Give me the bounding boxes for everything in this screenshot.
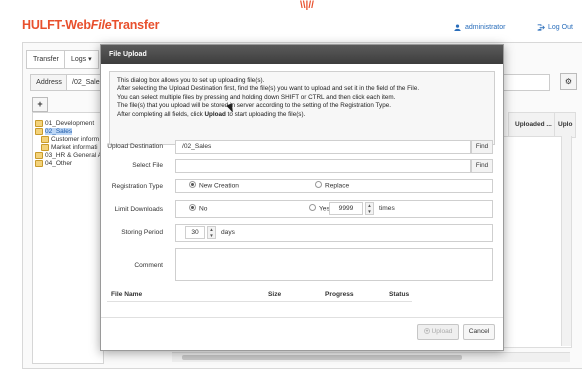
- top-mark: \\|//: [300, 0, 314, 11]
- logout-icon: [537, 24, 545, 31]
- folder-icon: [41, 136, 49, 143]
- tree-item[interactable]: Customer inform: [41, 136, 99, 143]
- logo-suffix: Transfer: [111, 18, 160, 32]
- radio-limit-no[interactable]: No: [189, 204, 208, 213]
- radio-new-creation[interactable]: New Creation: [189, 181, 239, 190]
- instruction-upload-word: Upload: [204, 110, 226, 118]
- app-logo: HULFT-WebFileTransfer: [22, 18, 159, 32]
- chevron-down-icon[interactable]: ▼: [208, 233, 215, 239]
- select-file-field[interactable]: [175, 159, 471, 173]
- radio-selected-icon: [189, 204, 196, 211]
- folder-icon: [35, 120, 43, 127]
- logo-mid: File: [90, 18, 112, 32]
- folder-icon: [35, 128, 43, 135]
- radio-label: No: [199, 205, 208, 213]
- tree-item-label: Market informati: [51, 144, 98, 151]
- upload-destination-label: Upload Destination: [107, 143, 163, 150]
- storing-period-stepper[interactable]: ▲ ▼: [207, 226, 216, 239]
- logout-label: Log Out: [548, 24, 573, 31]
- tab-transfer[interactable]: Transfer: [26, 50, 66, 69]
- logo-prefix: HULFT-Web: [22, 18, 91, 32]
- settings-button[interactable]: ⚙: [560, 73, 577, 90]
- storing-unit: days: [221, 229, 235, 236]
- tree-item-label: 04_Other: [45, 160, 73, 167]
- tree-item-label: 02_Sales: [45, 128, 73, 135]
- instruction-line: After completing all fields, click Uploa…: [117, 111, 487, 119]
- comment-textarea[interactable]: [175, 248, 493, 281]
- instruction-line: The file(s) that you upload will be stor…: [117, 102, 391, 110]
- instruction-line: This dialog box allows you to set up upl…: [117, 77, 265, 84]
- registration-type-label: Registration Type: [111, 183, 163, 190]
- folder-tree: 01_Development 02_Sales Customer inform …: [32, 112, 104, 364]
- file-upload-dialog: File Upload This dialog box allows you t…: [100, 44, 504, 351]
- upload-destination-field[interactable]: /02_Sales: [175, 140, 471, 154]
- instruction-text: to start uploading the file(s).: [225, 110, 306, 118]
- radio-limit-yes[interactable]: Yes: [309, 204, 330, 212]
- radio-unselected-icon: [309, 204, 316, 211]
- column-file-name: File Name: [111, 291, 143, 298]
- tree-item[interactable]: 02_Sales: [35, 128, 73, 135]
- tree-item[interactable]: 04_Other: [35, 160, 72, 167]
- upload-icon: [423, 328, 430, 335]
- limit-unit: times: [379, 205, 395, 212]
- upload-button-label: Upload: [431, 328, 453, 335]
- logout-link[interactable]: Log Out: [537, 24, 573, 31]
- find-destination-button[interactable]: Find: [471, 140, 493, 154]
- comment-label: Comment: [134, 262, 163, 269]
- radio-label: New Creation: [199, 182, 239, 190]
- vertical-scrollbar[interactable]: [561, 136, 571, 346]
- find-file-button[interactable]: Find: [471, 159, 493, 173]
- address-button[interactable]: Address: [30, 74, 68, 91]
- tree-item-label: Customer inform: [51, 136, 100, 143]
- tree-item-label: 01_Development: [45, 120, 95, 127]
- select-file-label: Select File: [132, 162, 163, 169]
- storing-period-input[interactable]: 30: [185, 226, 205, 239]
- scroll-thumb[interactable]: [182, 355, 462, 360]
- tree-item[interactable]: 01_Development: [35, 120, 94, 127]
- footer-divider: [101, 317, 503, 318]
- column-header-uploader[interactable]: Uplo: [554, 112, 576, 138]
- radio-label: Replace: [325, 182, 350, 190]
- folder-icon: [35, 152, 43, 159]
- tree-item-label: 03_HR & General A: [45, 152, 103, 159]
- gear-icon: ⚙: [564, 77, 573, 86]
- dialog-title[interactable]: File Upload: [101, 45, 503, 64]
- chevron-down-icon[interactable]: ▼: [366, 209, 373, 215]
- radio-replace[interactable]: Replace: [315, 181, 350, 190]
- user-name: administrator: [465, 24, 506, 31]
- radio-selected-icon: [189, 181, 196, 188]
- user-menu[interactable]: administrator: [454, 24, 505, 31]
- user-icon: [454, 24, 461, 31]
- limit-downloads-label: Limit Downloads: [114, 206, 163, 213]
- instruction-line: After selecting the Upload Destination f…: [117, 85, 420, 93]
- instructions-box: This dialog box allows you to set up upl…: [109, 71, 495, 145]
- column-size: Size: [268, 291, 282, 298]
- radio-unselected-icon: [315, 181, 322, 188]
- add-button[interactable]: +: [32, 97, 48, 112]
- instruction-line: You can select multiple files by pressin…: [117, 93, 396, 101]
- limit-count-stepper[interactable]: ▲ ▼: [365, 202, 374, 215]
- table-divider: [107, 301, 412, 302]
- filter-input[interactable]: [498, 74, 550, 91]
- tab-logs[interactable]: Logs ▾: [64, 50, 99, 69]
- tree-item[interactable]: Market informati: [41, 144, 98, 151]
- folder-icon: [35, 160, 43, 167]
- column-progress: Progress: [325, 291, 354, 298]
- tree-item[interactable]: 03_HR & General A: [35, 152, 102, 159]
- instruction-text: After completing all fields, click: [117, 110, 205, 118]
- upload-button[interactable]: Upload: [417, 324, 459, 340]
- cancel-button[interactable]: Cancel: [463, 324, 495, 340]
- horizontal-scrollbar[interactable]: [172, 352, 570, 362]
- column-status: Status: [389, 291, 410, 298]
- folder-icon: [41, 144, 49, 151]
- storing-period-label: Storing Period: [121, 229, 163, 236]
- limit-count-input[interactable]: 9999: [329, 202, 363, 215]
